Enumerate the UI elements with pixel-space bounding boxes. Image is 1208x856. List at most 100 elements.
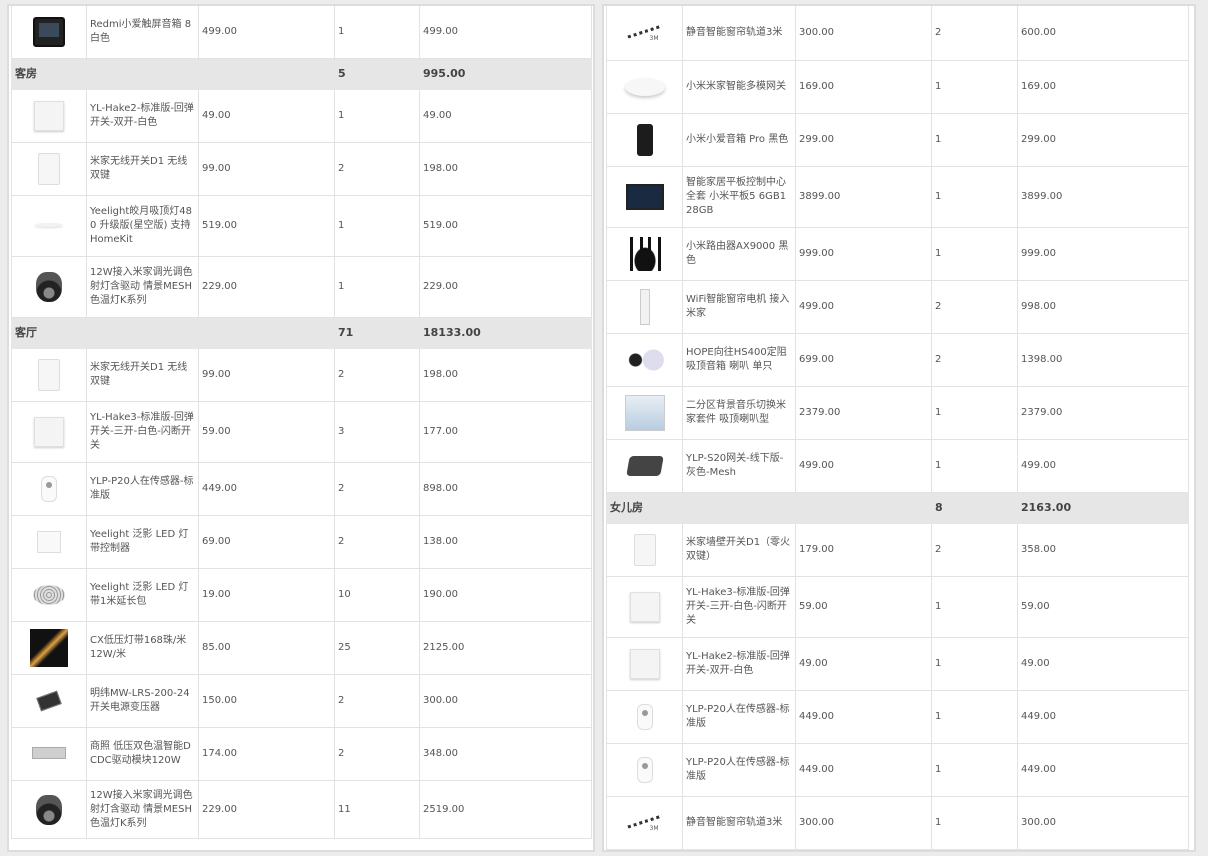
- product-name: Yeelight皎月吸顶灯480 升级版(星空版) 支持HomeKit: [86, 195, 199, 257]
- spotlight-icon: [36, 794, 62, 825]
- room-name: 客厅: [11, 317, 335, 349]
- quantity: 2: [334, 674, 420, 728]
- product-name: 12W接入米家调光调色射灯含驱动 情景MESH色温灯K系列: [86, 780, 199, 839]
- quantity: 1: [334, 195, 420, 257]
- product-name: HOPE向往HS400定阻吸顶音箱 喇叭 单只: [682, 333, 796, 387]
- quantity: 1: [334, 256, 420, 318]
- product-name: 商照 低压双色温智能DCDC驱动模块120W: [86, 727, 199, 781]
- line-total: 229.00: [419, 256, 592, 318]
- product-image-cell: [606, 523, 683, 577]
- ceiling-speaker-icon: [625, 349, 664, 371]
- line-total: 449.00: [1017, 690, 1189, 744]
- product-name: YL-Hake3-标准版-回弹开关-三开-白色-闪断开关: [86, 401, 199, 463]
- room-subtotal-row: 女儿房 8 2163.00: [606, 492, 1189, 524]
- line-total: 358.00: [1017, 523, 1189, 577]
- unit-price: 49.00: [198, 89, 335, 143]
- line-total: 2379.00: [1017, 386, 1189, 440]
- line-total: 600.00: [1017, 6, 1189, 61]
- product-image-cell: [606, 280, 683, 334]
- speaker-icon: [636, 124, 653, 156]
- product-name: 小米路由器AX9000 黑色: [682, 227, 796, 281]
- product-row: 12W接入米家调光调色射灯含驱动 情景MESH色温灯K系列 229.00 1 229.…: [11, 256, 592, 318]
- product-name: 米家墙壁开关D1（零火双键）: [682, 523, 796, 577]
- room-total: 18133.00: [419, 317, 592, 349]
- unit-price: 300.00: [795, 6, 932, 61]
- unit-price: 99.00: [198, 142, 335, 196]
- product-image-cell: [11, 674, 87, 728]
- quantity: 2: [334, 462, 420, 516]
- product-image-cell: [11, 621, 87, 675]
- line-total: 998.00: [1017, 280, 1189, 334]
- quantity: 1: [931, 227, 1018, 281]
- line-total: 190.00: [419, 568, 592, 622]
- quantity: 1: [931, 690, 1018, 744]
- line-total: 449.00: [1017, 743, 1189, 797]
- line-total: 198.00: [419, 348, 592, 402]
- tablet-icon: [33, 17, 65, 47]
- unit-price: 299.00: [795, 113, 932, 167]
- product-image-cell: [11, 89, 87, 143]
- product-row: YL-Hake3-标准版-回弹开关-三开-白色-闪断开关 59.00 3 177.00: [11, 401, 592, 463]
- line-total: 499.00: [419, 6, 592, 59]
- product-table-right: 3M 静音智能窗帘轨道3米 300.00 2 600.00 小米米家智能多模网关 169.0…: [606, 6, 1189, 850]
- product-row: 小米小爱音箱 Pro 黑色 299.00 1 299.00: [606, 113, 1189, 167]
- product-row: YLP-P20人在传感器-标准版 449.00 2 898.00: [11, 462, 592, 516]
- controller-icon: [37, 531, 61, 553]
- product-row: Redmi小爱触屏音箱 8 白色 499.00 1 499.00: [11, 6, 592, 59]
- product-row: WiFi智能窗帘电机 接入米家 499.00 2 998.00: [606, 280, 1189, 334]
- quantity: 1: [931, 113, 1018, 167]
- unit-price: 229.00: [198, 780, 335, 839]
- line-total: 49.00: [1017, 637, 1189, 691]
- quantity: 1: [931, 60, 1018, 114]
- product-row: Yeelight 泛影 LED 灯带控制器 69.00 2 138.00: [11, 515, 592, 569]
- unit-price: 519.00: [198, 195, 335, 257]
- product-row: YLP-S20网关-线下版-灰色-Mesh 499.00 1 499.00: [606, 439, 1189, 493]
- product-name: 12W接入米家调光调色射灯含驱动 情景MESH色温灯K系列: [86, 256, 199, 318]
- quantity: 2: [931, 280, 1018, 334]
- line-total: 2125.00: [419, 621, 592, 675]
- line-total: 59.00: [1017, 576, 1189, 638]
- left-page: Redmi小爱触屏音箱 8 白色 499.00 1 499.00 客房 5 995.00 YL…: [9, 6, 593, 850]
- rail-length-tag: 3M: [649, 35, 659, 42]
- light-strip-icon: [30, 629, 68, 667]
- unit-price: 99.00: [198, 348, 335, 402]
- tablet-pad-icon: [625, 184, 664, 210]
- line-total: 999.00: [1017, 227, 1189, 281]
- line-total: 348.00: [419, 727, 592, 781]
- quantity: 2: [931, 333, 1018, 387]
- curtain-rail-icon: 3M: [625, 20, 665, 46]
- curtain-motor-icon: [639, 289, 650, 325]
- line-total: 198.00: [419, 142, 592, 196]
- power-supply-icon: [36, 690, 62, 711]
- room-subtotal-row: 客厅 71 18133.00: [11, 317, 592, 349]
- product-row: 米家无线开关D1 无线双键 99.00 2 198.00: [11, 142, 592, 196]
- line-total: 1398.00: [1017, 333, 1189, 387]
- product-name: 小米米家智能多模网关: [682, 60, 796, 114]
- line-total: 2519.00: [419, 780, 592, 839]
- product-image-cell: 3M: [606, 6, 683, 61]
- unit-price: 169.00: [795, 60, 932, 114]
- unit-price: 449.00: [198, 462, 335, 516]
- unit-price: 999.00: [795, 227, 932, 281]
- spotlight-icon: [36, 272, 62, 302]
- product-image-cell: [606, 166, 683, 228]
- product-image-cell: [11, 142, 87, 196]
- quantity: 2: [334, 348, 420, 402]
- product-image-cell: [11, 727, 87, 781]
- quantity: 2: [334, 142, 420, 196]
- product-name: 米家无线开关D1 无线双键: [86, 142, 199, 196]
- line-total: 138.00: [419, 515, 592, 569]
- unit-price: 150.00: [198, 674, 335, 728]
- product-row: 二分区背景音乐切换米家套件 吸顶喇叭型 2379.00 1 2379.00: [606, 386, 1189, 440]
- room-name: 女儿房: [606, 492, 932, 524]
- line-total: 177.00: [419, 401, 592, 463]
- product-image-cell: [606, 637, 683, 691]
- product-name: WiFi智能窗帘电机 接入米家: [682, 280, 796, 334]
- product-name: YL-Hake2-标准版-回弹开关-双开-白色: [682, 637, 796, 691]
- quantity: 2: [931, 6, 1018, 61]
- product-image-cell: [11, 256, 87, 318]
- product-image-cell: [11, 568, 87, 622]
- product-row: 小米米家智能多模网关 169.00 1 169.00: [606, 60, 1189, 114]
- product-name: 静音智能窗帘轨道3米: [682, 796, 796, 850]
- room-quantity: 5: [334, 58, 420, 90]
